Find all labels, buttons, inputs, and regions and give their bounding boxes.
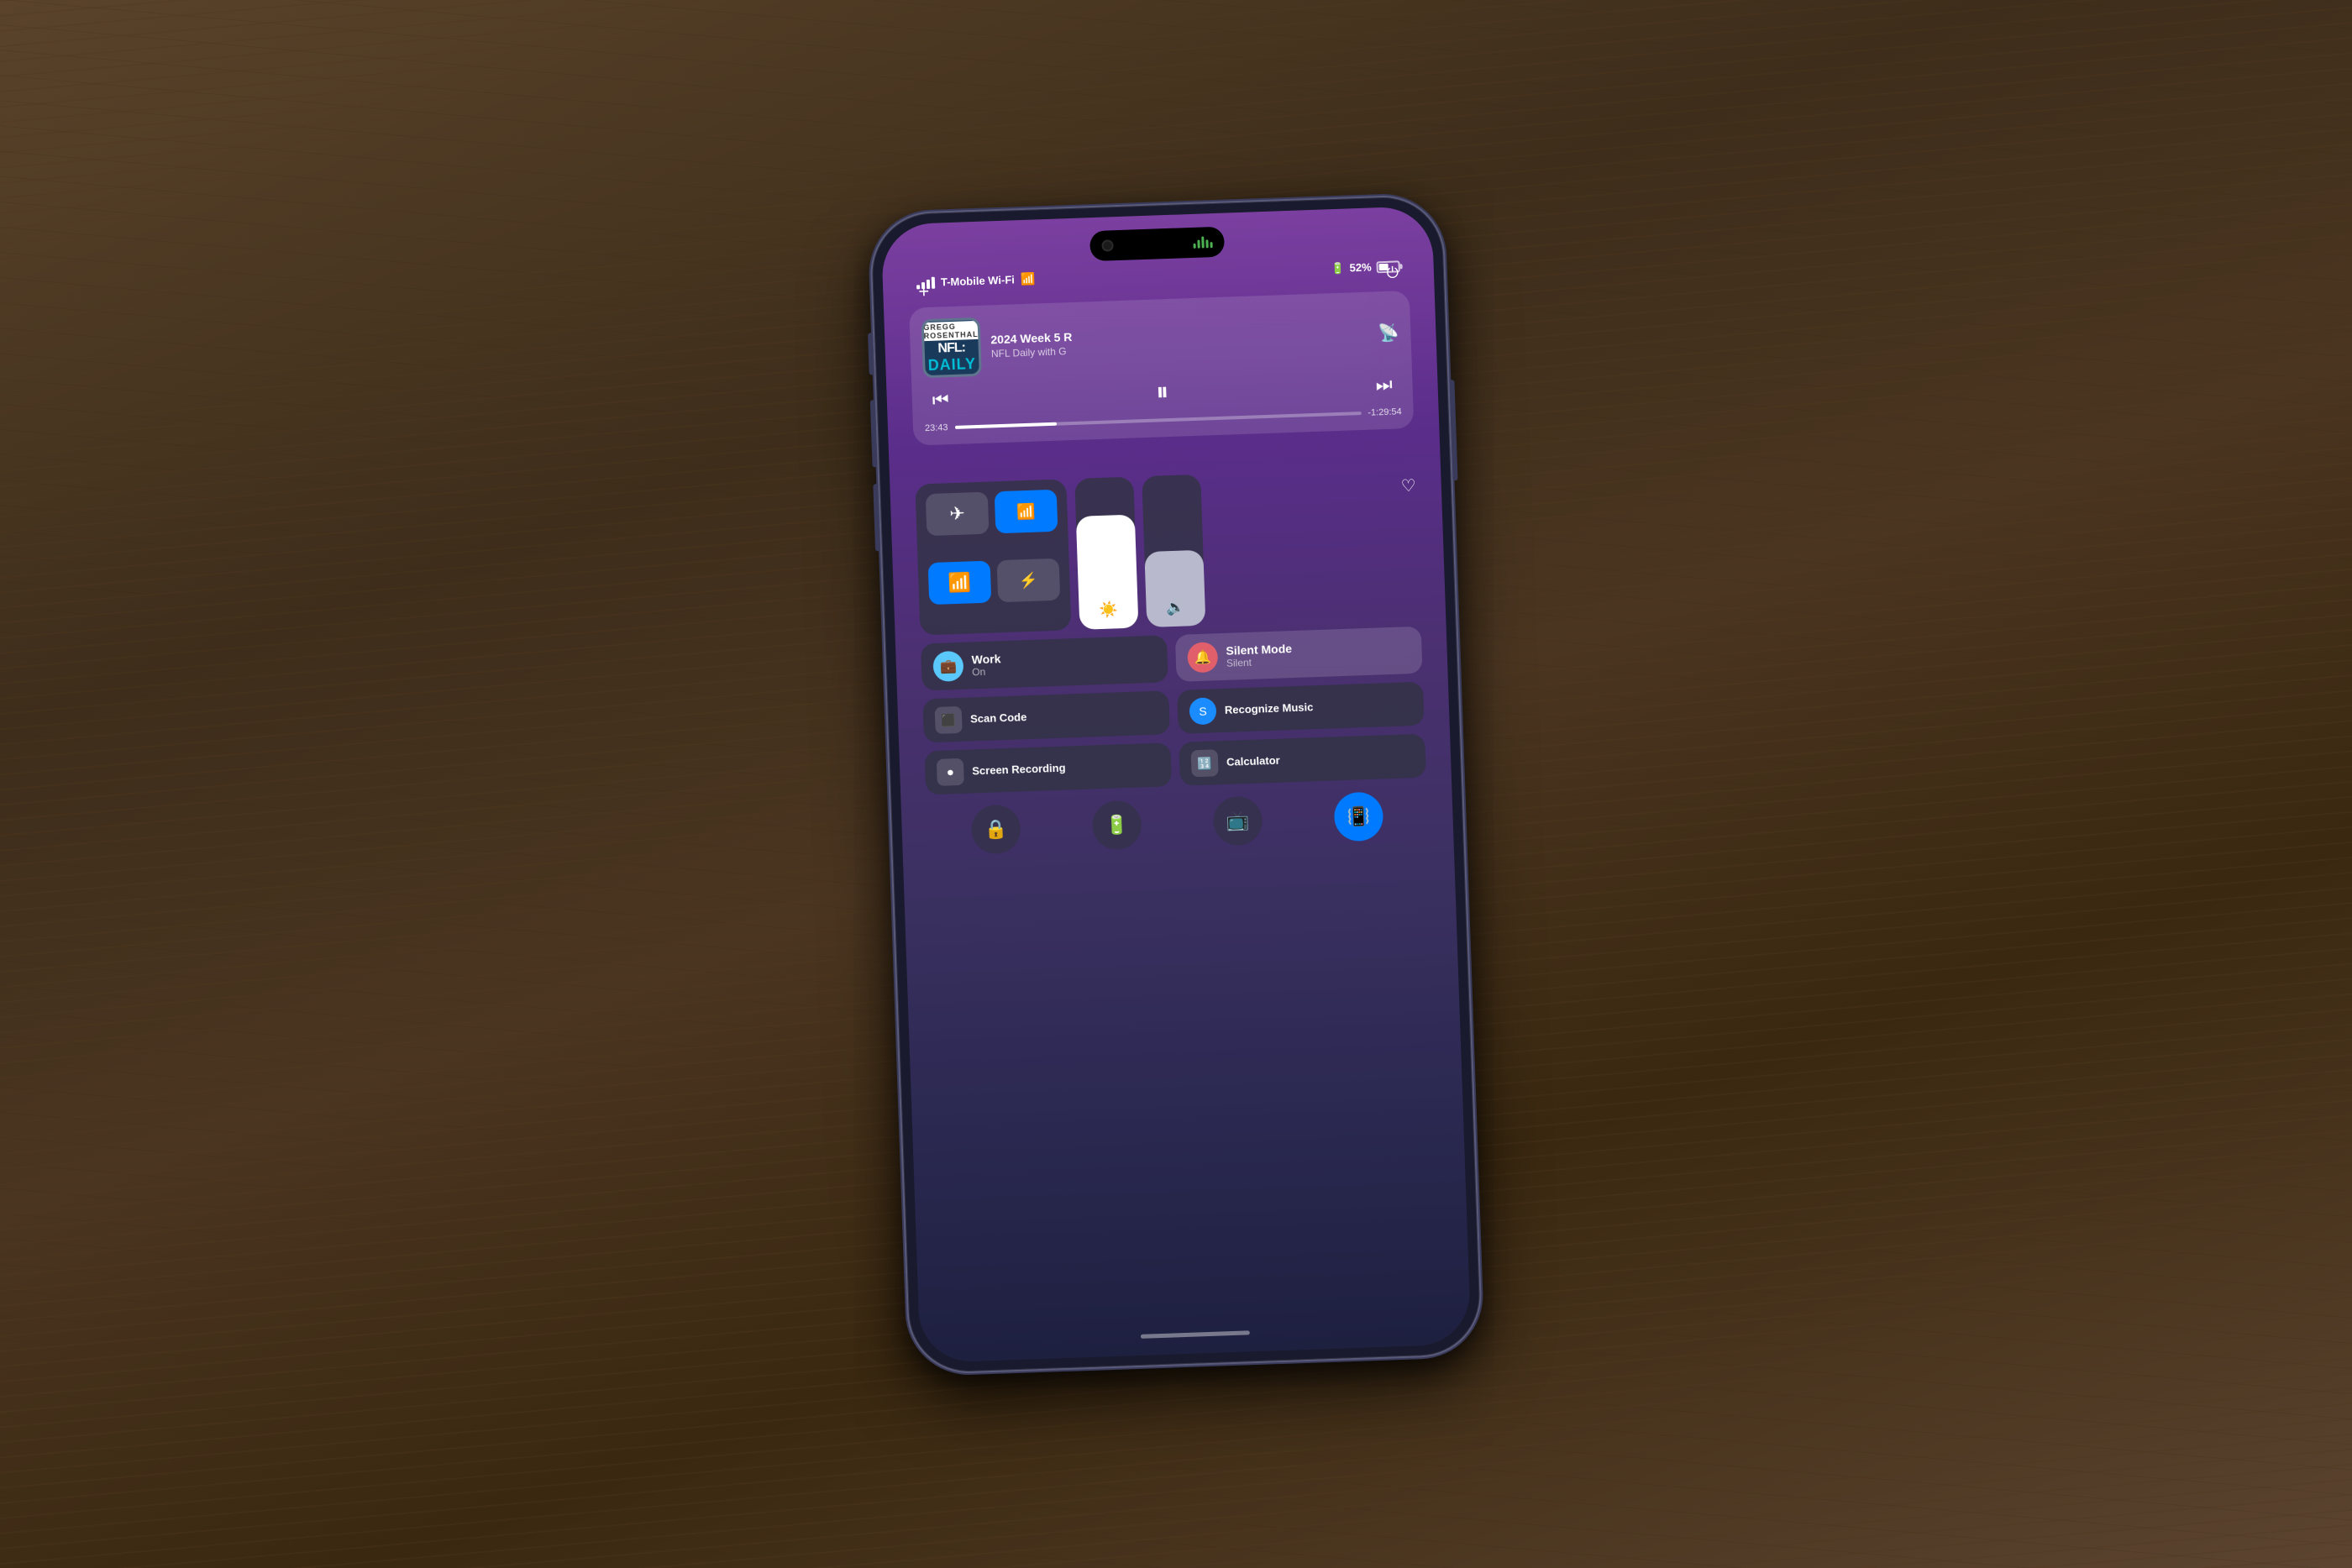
phone-device: T-Mobile Wi-Fi 📶 🔋 52% + ⏻ GREG bbox=[870, 195, 1482, 1373]
lock-rotation-icon: 🔒 bbox=[984, 818, 1008, 841]
silent-sublabel: Silent bbox=[1226, 655, 1293, 669]
control-center: ✈ 📶 📶 ⚡ bbox=[915, 466, 1428, 856]
vibrate-button[interactable]: 📳 bbox=[1333, 791, 1383, 842]
cc-row-1: ✈ 📶 📶 ⚡ bbox=[915, 466, 1420, 635]
wifi-icon-btn: 📶 bbox=[948, 571, 971, 594]
heart-icon[interactable]: ♡ bbox=[1400, 475, 1416, 496]
fast-forward-button[interactable]: ⏭ bbox=[1375, 373, 1393, 396]
artwork-greg-text: GREGG ROSENTHAL bbox=[921, 320, 980, 340]
cc-row-4: ⏺ Screen Recording 🔢 Calculator bbox=[924, 733, 1425, 794]
front-camera bbox=[1101, 239, 1113, 251]
now-playing-top: GREGG ROSENTHAL NFL: DAILY 2024 Week 5 R… bbox=[921, 302, 1399, 378]
screen-recording-label: Screen Recording bbox=[972, 761, 1066, 779]
progress-bar-container[interactable] bbox=[954, 412, 1361, 429]
calculator-icon: 🔢 bbox=[1191, 749, 1219, 777]
power-icon: ⏻ bbox=[1386, 264, 1399, 281]
bottom-icons-row: 🔒 🔋 📺 📳 bbox=[927, 789, 1429, 856]
focus-mode-button[interactable]: 💼 Work On bbox=[921, 635, 1168, 690]
progress-fill bbox=[954, 422, 1056, 428]
favorites-area: ♡ bbox=[1400, 466, 1420, 618]
bell-slash-icon: 🔔 bbox=[1194, 648, 1211, 666]
focus-icon: 💼 bbox=[932, 650, 963, 681]
artwork-daily-text: DAILY bbox=[927, 355, 976, 375]
airdrop-button[interactable]: 📶 bbox=[995, 489, 1058, 533]
connectivity-block: ✈ 📶 📶 ⚡ bbox=[915, 479, 1071, 635]
focus-label: Work bbox=[971, 652, 1000, 666]
battery-widget-button[interactable]: 🔋 bbox=[1092, 800, 1142, 850]
calculator-label: Calculator bbox=[1226, 753, 1280, 769]
time-remaining: -1:29:54 bbox=[1368, 406, 1402, 417]
brightness-icon: ☀️ bbox=[1099, 600, 1118, 619]
phone-screen: T-Mobile Wi-Fi 📶 🔋 52% + ⏻ GREG bbox=[881, 205, 1472, 1362]
focus-text: Work On bbox=[971, 652, 1001, 678]
scan-code-button[interactable]: ⬛ Scan Code bbox=[922, 690, 1170, 742]
remote-button[interactable]: 📺 bbox=[1213, 795, 1263, 846]
activity-bar-2 bbox=[1197, 239, 1200, 248]
cc-row-3: ⬛ Scan Code S Recognize Music bbox=[922, 681, 1424, 742]
signal-bar-4 bbox=[932, 276, 935, 288]
scan-code-icon: ⬛ bbox=[935, 705, 963, 733]
wifi-button[interactable]: 📶 bbox=[928, 560, 992, 605]
shazam-icon: S bbox=[1189, 697, 1216, 725]
shazam-logo-icon: S bbox=[1199, 704, 1207, 717]
remote-icon: 📺 bbox=[1226, 809, 1249, 831]
qr-icon: ⬛ bbox=[941, 712, 956, 727]
brightness-slider[interactable]: ☀️ bbox=[1074, 476, 1138, 629]
activity-bar-4 bbox=[1205, 239, 1208, 248]
recognize-music-label: Recognize Music bbox=[1225, 700, 1314, 717]
album-artwork: GREGG ROSENTHAL NFL: DAILY bbox=[921, 317, 981, 377]
sim-icon: 🔋 bbox=[1331, 261, 1345, 275]
sliders-block: ☀️ 🔊 bbox=[1074, 467, 1397, 629]
vibrate-icon: 📳 bbox=[1347, 805, 1370, 827]
focus-sublabel: On bbox=[972, 665, 1001, 678]
silent-text: Silent Mode Silent bbox=[1226, 642, 1293, 669]
bluetooth-icon: ⚡ bbox=[1019, 571, 1038, 590]
scan-code-label: Scan Code bbox=[970, 710, 1027, 726]
activity-indicator bbox=[1193, 236, 1212, 249]
now-playing-info: 2024 Week 5 R NFL Daily with G bbox=[990, 319, 1368, 359]
activity-bar-1 bbox=[1194, 243, 1196, 248]
recognize-music-button[interactable]: S Recognize Music bbox=[1177, 681, 1425, 733]
wifi-icon: 📶 bbox=[1021, 271, 1036, 286]
calculator-button[interactable]: 🔢 Calculator bbox=[1179, 733, 1426, 785]
cc-row-2: 💼 Work On 🔔 Silent Mode Silent bbox=[921, 626, 1423, 690]
briefcase-icon: 💼 bbox=[940, 658, 958, 675]
status-bar: T-Mobile Wi-Fi 📶 🔋 52% bbox=[916, 259, 1400, 290]
add-button[interactable]: + bbox=[918, 280, 930, 302]
airdrop-icon: 📶 bbox=[1016, 502, 1036, 521]
carrier-label: T-Mobile Wi-Fi bbox=[941, 273, 1015, 288]
battery-percent: 52% bbox=[1349, 260, 1372, 274]
dynamic-island bbox=[1089, 226, 1225, 261]
rewind-button[interactable]: ⏮ bbox=[932, 389, 949, 412]
time-elapsed: 23:43 bbox=[925, 422, 948, 433]
silent-mode-button[interactable]: 🔔 Silent Mode Silent bbox=[1175, 626, 1423, 681]
battery-display-icon: 🔋 bbox=[1105, 814, 1129, 836]
activity-bar-5 bbox=[1210, 242, 1212, 248]
bluetooth-button[interactable]: ⚡ bbox=[997, 558, 1061, 602]
signal-wifi-group: T-Mobile Wi-Fi 📶 bbox=[916, 271, 1036, 290]
airplane-icon: ✈ bbox=[949, 502, 965, 525]
silent-icon: 🔔 bbox=[1187, 642, 1218, 673]
screen-recording-button[interactable]: ⏺ Screen Recording bbox=[924, 742, 1172, 794]
record-dot-icon: ⏺ bbox=[948, 764, 954, 779]
playback-controls: ⏮ ⏸ ⏭ bbox=[923, 370, 1401, 415]
volume-slider[interactable]: 🔊 bbox=[1142, 474, 1205, 627]
artwork-nfl-text: NFL: bbox=[937, 340, 965, 356]
volume-icon: 🔊 bbox=[1166, 598, 1185, 616]
pause-button[interactable]: ⏸ bbox=[1156, 378, 1169, 407]
orientation-lock-button[interactable]: 🔒 bbox=[971, 804, 1021, 854]
home-indicator bbox=[1141, 1330, 1250, 1339]
airplane-mode-button[interactable]: ✈ bbox=[926, 491, 990, 536]
screen-recording-icon: ⏺ bbox=[937, 758, 964, 785]
airplay-button[interactable]: 📡 bbox=[1378, 321, 1399, 343]
activity-bar-3 bbox=[1201, 236, 1204, 248]
now-playing-widget[interactable]: GREGG ROSENTHAL NFL: DAILY 2024 Week 5 R… bbox=[909, 290, 1414, 445]
artwork-inner: GREGG ROSENTHAL NFL: DAILY bbox=[921, 320, 981, 374]
calc-icon: 🔢 bbox=[1197, 755, 1212, 770]
